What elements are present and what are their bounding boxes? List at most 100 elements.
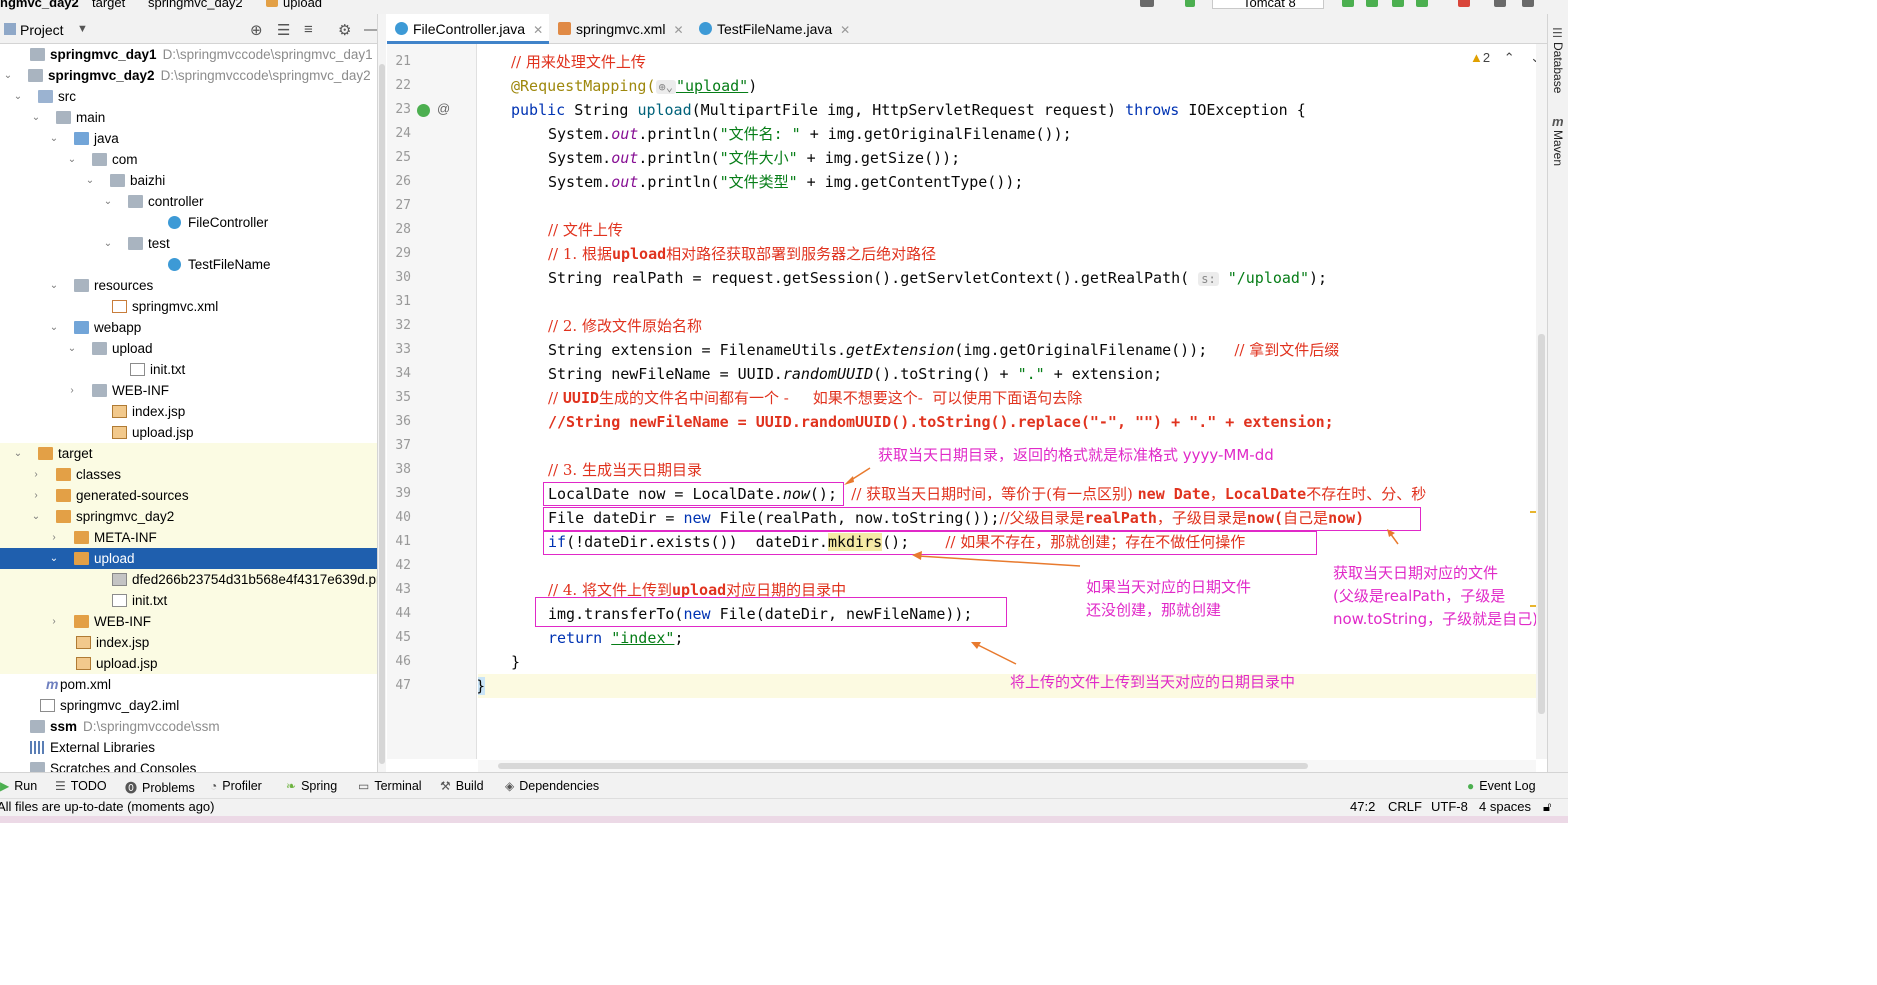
tree-item[interactable]: ⌄ test — [0, 233, 377, 254]
editor-horizontal-scrollbar[interactable] — [478, 760, 1536, 772]
lock-icon[interactable]: 🔓︎ — [1543, 799, 1551, 815]
caret-position[interactable]: 47:2 — [1350, 799, 1375, 815]
chevron-down-icon[interactable]: ⌄ — [48, 317, 60, 338]
chevron-down-icon[interactable]: ⌄ — [30, 107, 42, 128]
expand-all-icon[interactable]: ☰ — [277, 21, 290, 39]
indent-setting[interactable]: 4 spaces — [1479, 799, 1531, 815]
tree-item[interactable]: ⌄ upload — [0, 338, 377, 359]
tree-item[interactable]: ⌄ springmvc_day2 — [0, 506, 377, 527]
tree-item[interactable]: upload.jsp — [0, 653, 377, 674]
chevron-down-icon[interactable]: ⌄ — [48, 128, 60, 149]
chevron-down-icon[interactable]: ⌄ — [48, 548, 60, 569]
tree-item[interactable]: TestFileName — [0, 254, 377, 275]
tab-testfilename[interactable]: TestFileName.java ✕ — [691, 14, 851, 44]
tree-item[interactable]: ⌄ com — [0, 149, 377, 170]
chevron-right-icon[interactable]: › — [48, 611, 60, 632]
tree-item[interactable]: ssm D:\springmvccode\ssm — [0, 716, 377, 737]
tree-item[interactable]: m pom.xml — [0, 674, 377, 695]
tree-item[interactable]: Scratches and Consoles — [0, 758, 377, 772]
search-icon[interactable] — [1494, 0, 1506, 7]
tree-item[interactable]: ⌄ resources — [0, 275, 377, 296]
run-icon[interactable] — [1342, 0, 1354, 7]
tree-item[interactable]: › classes — [0, 464, 377, 485]
tree-item[interactable]: dfed266b23754d31b568e4f4317e639d.png — [0, 569, 377, 590]
tree-item[interactable]: ⌄ controller — [0, 191, 377, 212]
hide-icon[interactable]: — — [364, 21, 377, 38]
tree-item[interactable]: index.jsp — [0, 401, 377, 422]
profiler-tool-button[interactable]: ◔ Profiler — [210, 779, 262, 793]
problems-tool-button[interactable]: ⓿ Problems — [125, 779, 195, 796]
chevron-down-icon[interactable]: ⌄ — [66, 338, 78, 359]
editor-vertical-scrollbar[interactable] — [1536, 44, 1547, 759]
chevron-down-icon[interactable]: ⌄ — [12, 443, 24, 464]
project-panel-title[interactable]: Project — [20, 22, 64, 38]
maven-tool-tab[interactable]: Maven — [1551, 130, 1565, 166]
chevron-down-icon[interactable]: ⌄ — [2, 65, 14, 86]
tree-item[interactable]: ⌄ target — [0, 443, 377, 464]
hammer-icon[interactable] — [1185, 0, 1195, 7]
chevron-down-icon[interactable]: ⌄ — [12, 86, 24, 107]
web-endpoint-icon[interactable]: @ — [437, 101, 450, 116]
terminal-tool-button[interactable]: ▭ Terminal — [358, 779, 422, 793]
chevron-down-icon[interactable]: ⌄ — [102, 233, 114, 254]
breadcrumb-project[interactable]: ngmvc_day2 — [0, 0, 79, 10]
inspection-widget[interactable]: ▲2 ⌃ ⌄ — [1470, 50, 1541, 66]
tree-item[interactable]: springmvc_day1 D:\springmvccode\springmvc… — [0, 44, 377, 65]
todo-tool-button[interactable]: ☰ TODO — [55, 779, 107, 793]
chevron-down-icon[interactable]: ⌄ — [48, 275, 60, 296]
tree-item[interactable]: index.jsp — [0, 632, 377, 653]
collapse-all-icon[interactable]: ≡ — [304, 21, 313, 38]
coverage-icon[interactable] — [1392, 0, 1404, 7]
run-config-select[interactable]: Tomcat 8 — [1212, 0, 1324, 10]
run-gutter-icon[interactable] — [417, 104, 430, 117]
status-message[interactable]: All files are up-to-date (moments ago) — [0, 799, 214, 815]
tree-item[interactable]: ⌄ main — [0, 107, 377, 128]
chevron-right-icon[interactable]: › — [30, 485, 42, 506]
tab-springmvc-xml[interactable]: springmvc.xml ✕ — [550, 14, 690, 44]
profile-icon[interactable] — [1416, 0, 1428, 7]
tree-item[interactable]: › WEB-INF — [0, 380, 377, 401]
locate-icon[interactable]: ⊕ — [250, 21, 263, 39]
tab-filecontroller[interactable]: FileController.java ✕ — [387, 14, 549, 44]
line-separator[interactable]: CRLF — [1388, 799, 1422, 815]
chevron-right-icon[interactable]: › — [48, 527, 60, 548]
tree-item[interactable]: ⌄ baizhi — [0, 170, 377, 191]
database-tool-tab[interactable]: Database — [1551, 42, 1565, 93]
file-encoding[interactable]: UTF-8 — [1431, 799, 1468, 815]
tree-item[interactable]: › META-INF — [0, 527, 377, 548]
tree-item[interactable]: init.txt — [0, 590, 377, 611]
chevron-right-icon[interactable]: › — [66, 380, 78, 401]
spring-tool-button[interactable]: ❧ Spring — [286, 779, 337, 793]
run-tool-button[interactable]: ▶ Run — [0, 779, 37, 793]
gear-icon[interactable]: ⚙ — [338, 21, 351, 39]
stop-icon[interactable] — [1458, 0, 1470, 7]
chevron-down-icon[interactable]: ⌄ — [66, 149, 78, 170]
chevron-right-icon[interactable]: › — [30, 464, 42, 485]
debug-icon[interactable] — [1366, 0, 1378, 7]
breadcrumb-target[interactable]: target — [92, 0, 125, 10]
dependencies-tool-button[interactable]: ◈ Dependencies — [505, 779, 599, 793]
tree-item[interactable]: init.txt — [0, 359, 377, 380]
tree-item[interactable]: External Libraries — [0, 737, 377, 758]
breadcrumb-module[interactable]: springmvc_day2 — [148, 0, 243, 10]
build-tool-button[interactable]: ⚒ Build — [440, 779, 484, 793]
close-icon[interactable]: ✕ — [533, 23, 543, 37]
tree-item[interactable]: › WEB-INF — [0, 611, 377, 632]
code-editor[interactable]: // 用来处理文件上传 @RequestMapping(⊕⌄ "upload") … — [478, 44, 1536, 759]
chevron-down-icon[interactable]: ⌄ — [30, 506, 42, 527]
event-log-tool-button[interactable]: ● Event Log — [1467, 779, 1536, 793]
tree-item[interactable]: › generated-sources — [0, 485, 377, 506]
tree-item[interactable]: springmvc.xml — [0, 296, 377, 317]
breadcrumb-upload[interactable]: upload — [283, 0, 322, 10]
chevron-down-icon[interactable]: ▼ — [77, 23, 88, 35]
chevron-down-icon[interactable]: ⌄ — [84, 170, 96, 191]
chevron-up-icon[interactable]: ⌃ — [1504, 50, 1515, 65]
tree-item[interactable]: springmvc_day2.iml — [0, 695, 377, 716]
tree-item[interactable]: ⌄ webapp — [0, 317, 377, 338]
chevron-down-icon[interactable]: ⌄ — [102, 191, 114, 212]
close-icon[interactable]: ✕ — [840, 23, 850, 37]
settings-icon[interactable] — [1522, 0, 1534, 7]
tree-item[interactable]: ⌄ upload — [0, 548, 377, 569]
user-icon[interactable] — [1140, 0, 1154, 7]
tree-item[interactable]: FileController — [0, 212, 377, 233]
